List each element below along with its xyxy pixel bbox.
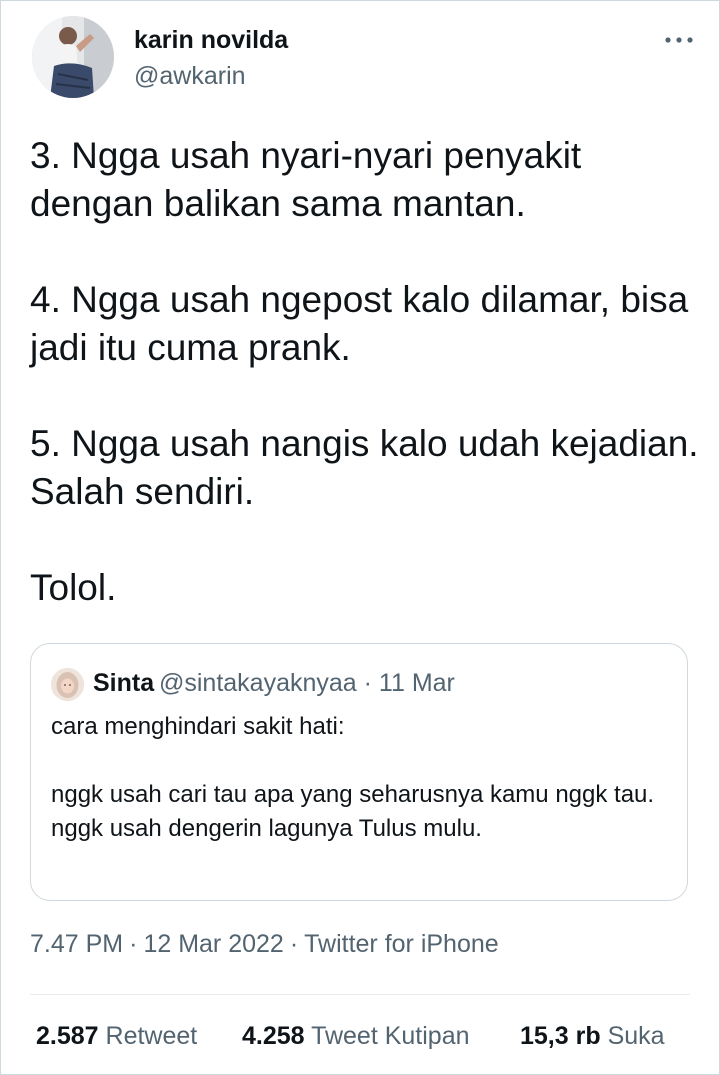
tweet-paragraph: 4. Ngga usah ngepost kalo dilamar, bisa … <box>30 279 689 368</box>
quoted-tweet[interactable]: Sinta @sintakayaknyaa · 11 Mar cara meng… <box>30 643 688 901</box>
likes-label: Suka <box>607 1022 665 1050</box>
quote-tweets-count: 4.258 <box>242 1022 305 1050</box>
tweet-meta: 7.47 PM · 12 Mar 2022 · Twitter for iPhone <box>30 930 499 959</box>
quoted-line: nggk usah dengerin lagunya Tulus mulu. <box>51 815 482 842</box>
likes-count: 15,3 rb <box>520 1022 601 1050</box>
quoted-author-avatar[interactable] <box>51 668 84 701</box>
likes-stat[interactable]: 15,3 rb Suka <box>520 1022 665 1051</box>
quoted-author-handle-date[interactable]: @sintakayaknyaa · 11 Mar <box>159 669 455 698</box>
quote-tweets-label: Tweet Kutipan <box>311 1022 470 1050</box>
tweet-text: 3. Ngga usah nyari-nyari penyakit dengan… <box>30 132 700 660</box>
retweets-count: 2.587 <box>36 1022 99 1050</box>
tweet-source[interactable]: Twitter for iPhone <box>304 930 499 958</box>
more-horizontal-icon[interactable] <box>662 30 696 50</box>
tweet-paragraph: 5. Ngga usah nangis kalo udah kejadian. … <box>30 423 699 512</box>
author-avatar[interactable] <box>32 16 114 98</box>
quote-tweets-stat[interactable]: 4.258 Tweet Kutipan <box>242 1022 470 1051</box>
tweet-header: karin novilda @awkarin <box>32 16 693 102</box>
quoted-line: cara menghindari sakit hati: <box>51 713 345 740</box>
retweets-label: Retweet <box>105 1022 198 1050</box>
tweet-paragraph: 3. Ngga usah nyari-nyari penyakit dengan… <box>30 135 582 224</box>
tweet-date[interactable]: 12 Mar 2022 <box>143 930 283 958</box>
meta-separator: · <box>289 930 299 958</box>
author-handle[interactable]: @awkarin <box>134 62 246 91</box>
quoted-line: nggk usah cari tau apa yang seharusnya k… <box>51 781 655 808</box>
divider <box>30 994 690 995</box>
quoted-blank-line <box>51 744 671 778</box>
meta-separator: · <box>129 930 138 958</box>
quoted-author-name[interactable]: Sinta <box>93 669 154 698</box>
quoted-tweet-text: cara menghindari sakit hati: nggk usah c… <box>51 710 671 846</box>
tweet-paragraph: Tolol. <box>30 567 117 608</box>
tweet-time[interactable]: 7.47 PM <box>30 930 123 958</box>
author-name[interactable]: karin novilda <box>134 26 288 55</box>
retweets-stat[interactable]: 2.587 Retweet <box>36 1022 197 1051</box>
